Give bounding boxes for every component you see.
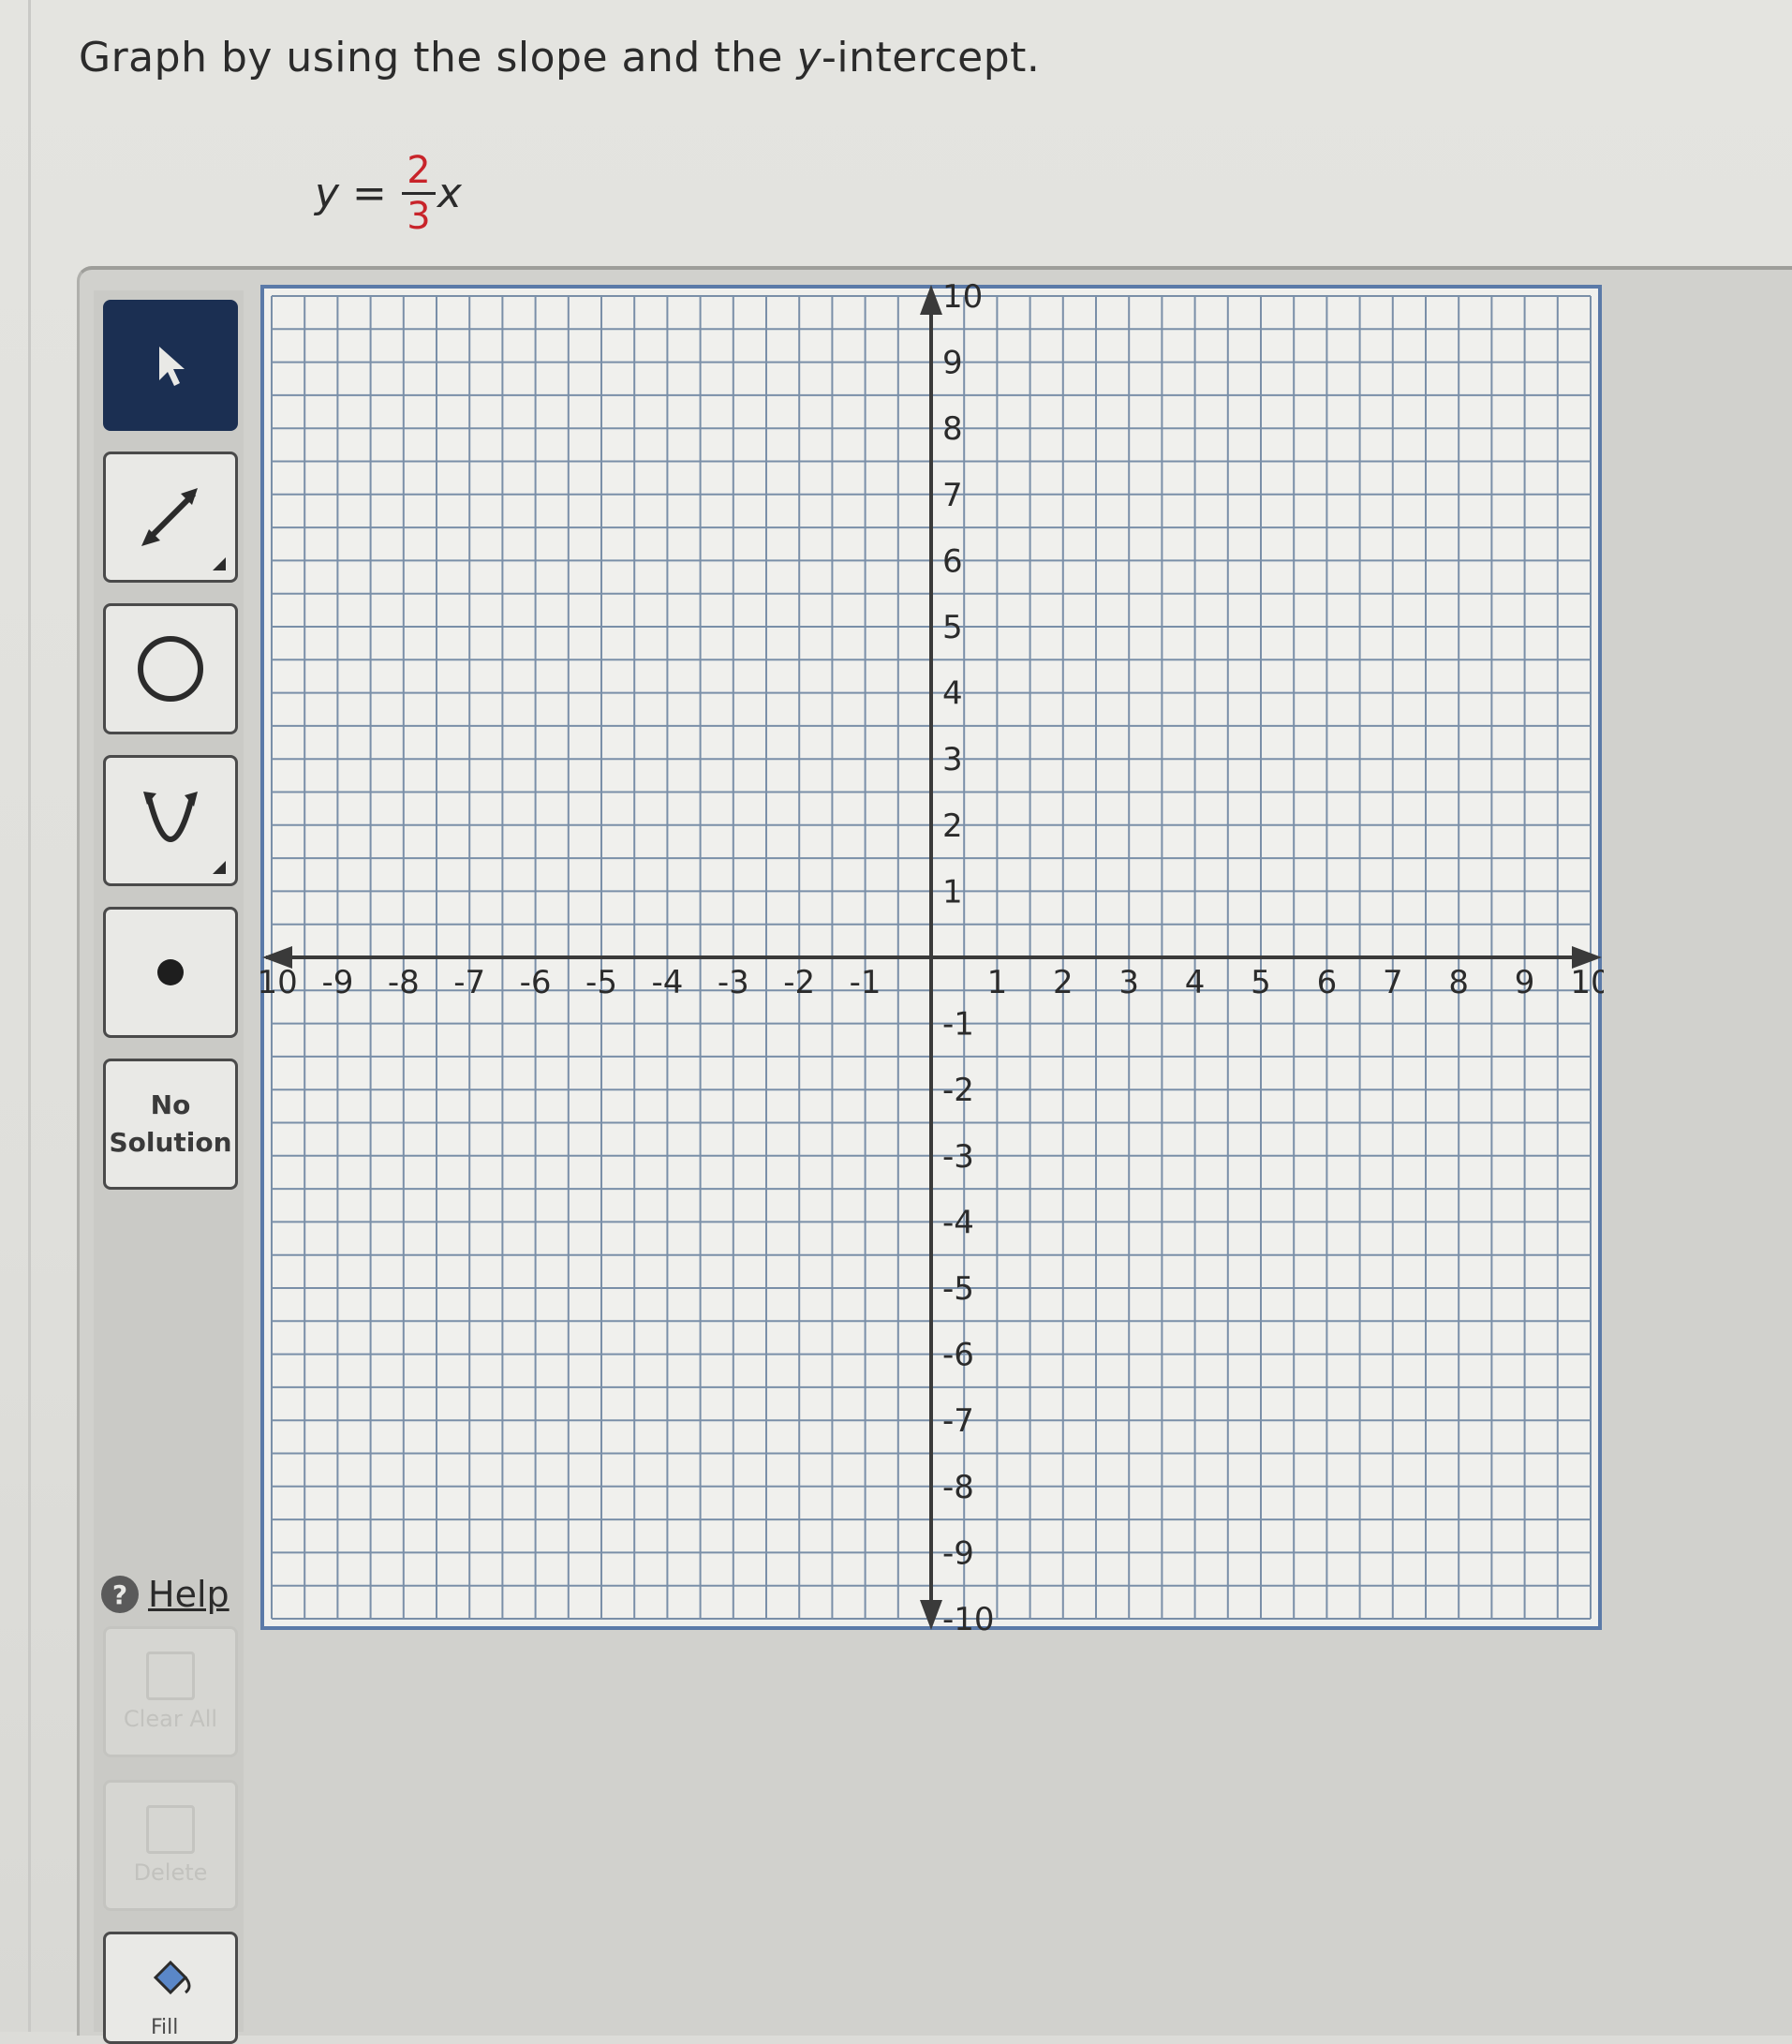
y-tick-label: 9 [942,345,963,382]
prompt-variable: y [796,34,822,81]
y-tick-label: -10 [942,1601,995,1632]
no-solution-button[interactable]: No Solution [103,1059,238,1190]
fraction-denominator: 3 [407,194,431,238]
equation-x-variable: x [437,169,462,217]
y-tick-label: 6 [942,542,963,580]
no-solution-label-line2: Solution [109,1127,232,1158]
y-tick-label: 3 [942,741,963,778]
y-tick-label: -8 [942,1469,974,1506]
cursor-arrow-icon [159,347,185,386]
y-tick-label: -4 [942,1204,974,1241]
tool-options-corner-icon [213,557,226,570]
point-tool-button[interactable] [103,907,238,1038]
x-tick-label: 9 [1515,964,1535,1001]
question-prompt: Graph by using the slope and the y-inter… [79,34,1040,81]
x-tick-label: -1 [850,964,881,1001]
page-background: Graph by using the slope and the y-inter… [0,0,1792,2044]
graph-canvas[interactable]: -10 -9 -8 -7 -6 -5 -4 -3 -2 -1 1 2 3 4 5 6 7 8 9 10 10 9 8 7 6 5 4… [259,283,1604,1632]
clear-all-icon [146,1651,195,1700]
line-arrows-icon [141,488,198,546]
x-tick-label: 5 [1251,964,1271,1001]
y-tick-label: 2 [942,807,963,845]
x-tick-label: 8 [1448,964,1469,1001]
y-tick-label: 7 [942,477,963,514]
y-tick-label: -7 [942,1402,974,1440]
y-tick-label: -3 [942,1138,974,1176]
x-tick-label: 10 [1570,964,1604,1001]
equation-equals: = [352,169,387,217]
x-tick-label: 2 [1053,964,1074,1001]
x-tick-label: -7 [453,964,485,1001]
point-dot-icon [157,959,184,985]
fill-label: Fill [151,2016,179,2039]
fraction-numerator: 2 [407,148,431,192]
y-tick-label: 5 [942,609,963,646]
x-tick-label: -6 [520,964,552,1001]
y-tick-label: 1 [942,873,963,911]
x-tick-label: -3 [718,964,749,1001]
x-tick-label: 4 [1185,964,1206,1001]
x-tick-label: -9 [321,964,353,1001]
y-tick-label: -1 [942,1006,974,1044]
circle-tool-button[interactable] [103,603,238,734]
x-tick-label: 1 [987,964,1008,1001]
y-tick-label: -5 [942,1270,974,1308]
x-tick-label: 6 [1317,964,1338,1001]
y-tick-label: 10 [942,283,983,316]
x-tick-label: -4 [651,964,683,1001]
x-tick-label: -10 [259,964,298,1001]
circle-icon [138,636,203,702]
no-solution-label-line1: No [150,1089,191,1120]
x-tick-label: 3 [1118,964,1139,1001]
tool-options-corner-icon [213,861,226,874]
equation-lhs: y [315,169,340,217]
parabola-tool-button[interactable] [103,755,238,886]
equation: y = 2 3 x [315,137,462,249]
coordinate-graph[interactable]: -10 -9 -8 -7 -6 -5 -4 -3 -2 -1 1 2 3 4 5 6 7 8 9 10 10 9 8 7 6 5 4… [259,283,1604,1632]
clear-all-button[interactable]: Clear All [103,1626,238,1757]
clear-all-label: Clear All [123,1706,218,1732]
y-tick-label: 8 [942,410,963,448]
x-tick-label: -2 [783,964,815,1001]
y-tick-label: -6 [942,1337,974,1374]
delete-button[interactable]: Delete [103,1780,238,1911]
line-tool-button[interactable] [103,452,238,583]
y-tick-label: -2 [942,1072,974,1109]
left-divider [28,0,31,2032]
prompt-text-pre: Graph by using the slope and the [79,34,797,81]
y-tick-label: 4 [942,675,963,713]
x-tick-label: -8 [388,964,420,1001]
fill-button[interactable]: Fill [103,1932,238,2044]
x-tick-label: -5 [585,964,617,1001]
select-tool-button[interactable] [103,300,238,431]
help-label: Help [148,1574,230,1615]
help-question-icon: ? [101,1576,139,1613]
x-tick-label: 7 [1383,964,1403,1001]
trash-can-icon [146,1805,195,1854]
help-link[interactable]: ? Help [101,1574,230,1615]
delete-label: Delete [133,1859,208,1886]
y-tick-label: -9 [942,1534,974,1572]
parabola-icon [143,792,198,842]
prompt-text-post: -intercept. [822,34,1041,81]
paint-bucket-icon [153,1960,191,1995]
slope-fraction: 2 3 [401,148,436,238]
